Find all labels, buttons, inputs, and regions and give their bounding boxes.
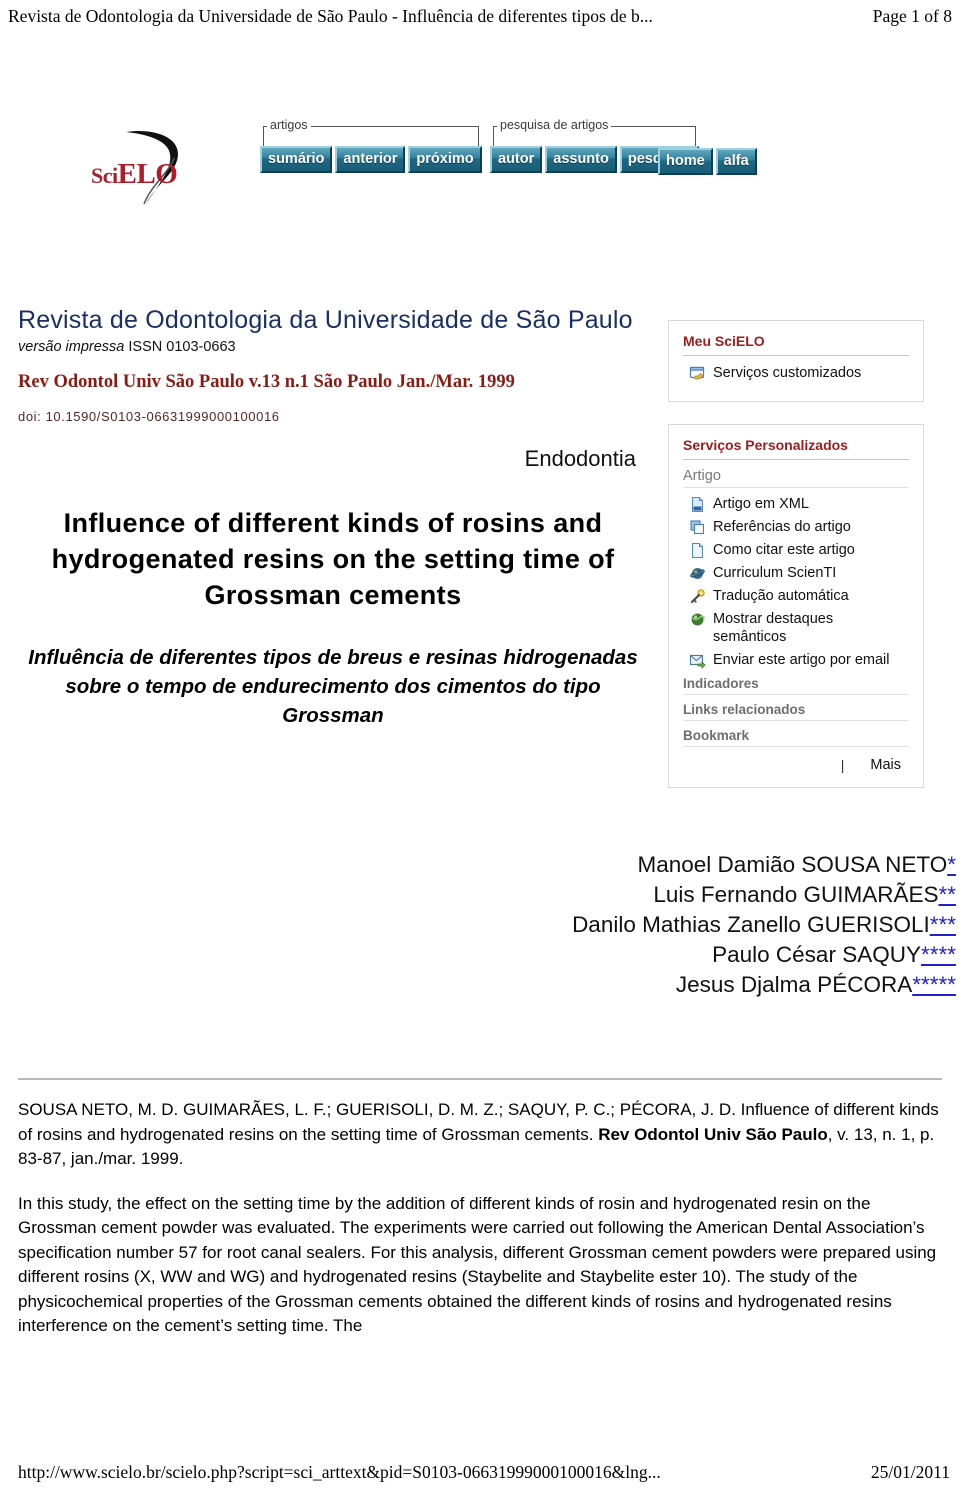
scielo-wordmark: SciELO [91,158,178,191]
citation-journal: Rev Odontol Univ São Paulo [598,1124,828,1144]
scielo-banner: SciELO artigos sumário anterior próximo … [90,118,770,210]
service-como-citar-este-artigo[interactable]: Como citar este artigo [689,541,909,559]
scielo-wordmark-elo: ELO [117,158,178,190]
article-doi: doi: 10.1590/S0103-06631999000100016 [18,409,280,424]
author-entry: Paulo César SAQUY**** [18,940,956,970]
service-label: Serviços customizados [713,365,862,381]
service-traducao-automatica[interactable]: Tradução automática [689,587,909,605]
author-footnote-marker[interactable]: *** [930,912,956,937]
bookmark-more-link[interactable]: Mais [870,757,901,773]
content-separator [18,1078,942,1080]
panel-title-meu-scielo: Meu SciELO [683,333,909,356]
print-header: Revista de Odontologia da Universidade d… [8,6,952,27]
author-name: Danilo Mathias Zanello GUERISOLI [572,912,930,937]
author-entry: Manoel Damião SOUSA NETO* [18,850,956,880]
service-label: Referências do artigo [713,519,851,535]
service-label: Artigo em XML [713,496,809,512]
service-label: Curriculum ScienTI [713,565,837,581]
sidebar-section-indicadores[interactable]: Indicadores [683,676,909,695]
author-name: Manoel Damião SOUSA NETO [637,852,948,877]
nav-button-alfa[interactable]: alfa [715,148,757,175]
service-referencias-do-artigo[interactable]: Referências do artigo [689,518,909,536]
xml-document-icon [689,496,706,513]
journal-issn-prefix: versão impressa [18,339,125,355]
service-label: Tradução automática [713,588,849,604]
journal-issue-line: Rev Odontol Univ São Paulo v.13 n.1 São … [18,372,515,392]
nav-buttons-artigos: sumário anterior próximo [260,146,482,173]
service-curriculum-scienti[interactable]: Curriculum ScienTI [689,564,909,582]
author-footnote-marker[interactable]: ***** [912,972,956,997]
panel-title-personalizados: Serviços Personalizados [683,437,909,460]
nav-button-sumario[interactable]: sumário [260,146,333,173]
service-artigo-em-xml[interactable]: Artigo em XML [689,495,909,513]
key-icon [689,588,706,605]
nav-bracket-label: pesquisa de artigos [497,118,612,132]
nav-group-artigos: artigos sumário anterior próximo [260,118,482,173]
article-section-label: Endodontia [524,446,636,471]
customize-window-icon [689,365,706,382]
journal-title: Revista de Odontologia da Universidade d… [18,306,633,334]
author-list: Manoel Damião SOUSA NETO* Luis Fernando … [18,850,960,1000]
nav-button-assunto[interactable]: assunto [545,146,617,173]
citation-paragraph: SOUSA NETO, M. D. GUIMARÃES, L. F.; GUER… [18,1098,946,1172]
service-label: Enviar este artigo por email [713,652,890,668]
service-enviar-este-artigo-por-email[interactable]: Enviar este artigo por email [689,651,909,669]
service-mostrar-destaques-semanticos[interactable]: Mostrar destaques semânticos [689,610,909,646]
print-header-page: Page 1 of 8 [872,6,952,26]
nav-group-home: home alfa [658,148,757,175]
bookmark-divider-glyph: | [840,757,845,773]
footer-url: http://www.scielo.br/scielo.php?script=s… [18,1462,661,1482]
article-title: Influence of different kinds of rosins a… [51,508,615,610]
author-name: Luis Fernando GUIMARÃES [653,882,939,907]
article-main-column: Revista de Odontologia da Universidade d… [18,305,648,730]
author-footnote-marker[interactable]: * [947,852,956,877]
journal-issn-value: ISSN 0103-0663 [128,339,236,355]
nav-buttons-home: home alfa [658,148,757,175]
panel-meu-scielo: Meu SciELO Serviços customizados [668,320,924,402]
abstract-block: SOUSA NETO, M. D. GUIMARÃES, L. F.; GUER… [18,1098,946,1339]
green-globe-icon [689,611,706,628]
footer-date: 25/01/2011 [870,1462,950,1482]
nav-bracket-label: artigos [267,118,311,132]
article-subtitle: Influência de diferentes tipos de breus … [28,646,638,727]
copy-pages-icon [689,519,706,536]
mail-forward-icon [689,652,706,669]
scielo-wordmark-sci: Sci [91,163,118,188]
author-footnote-marker[interactable]: **** [921,942,956,967]
bookmark-more-row: | Mais [683,757,909,773]
service-label: Mostrar destaques semânticos [713,611,834,645]
page-icon [689,542,706,559]
author-entry: Luis Fernando GUIMARÃES** [18,880,956,910]
service-label: Como citar este artigo [713,542,855,558]
service-servicos-customizados[interactable]: Serviços customizados [689,364,909,382]
nav-bracket-pesquisa: pesquisa de artigos [490,118,699,146]
nav-button-proximo[interactable]: próximo [408,146,482,173]
sidebar-section-links-relacionados[interactable]: Links relacionados [683,702,909,721]
page-root: Revista de Odontologia da Universidade d… [0,0,960,1502]
print-footer: http://www.scielo.br/scielo.php?script=s… [18,1462,950,1483]
author-name: Paulo César SAQUY [712,942,921,967]
scielo-logo[interactable]: SciELO [90,126,198,206]
sidebar-group-artigo: Artigo [683,468,909,488]
print-header-title: Revista de Odontologia da Universidade d… [8,6,653,26]
author-name: Jesus Djalma PÉCORA [675,972,913,997]
journal-issn: versão impressa ISSN 0103-0663 [18,339,648,355]
nav-button-home[interactable]: home [658,148,713,175]
globe-icon [689,565,706,582]
author-footnote-marker[interactable]: ** [938,882,956,907]
nav-bracket-artigos: artigos [260,118,482,146]
services-sidebar: Meu SciELO Serviços customizados Serviço… [668,320,924,788]
author-entry: Jesus Djalma PÉCORA***** [18,970,956,1000]
sidebar-section-bookmark[interactable]: Bookmark [683,728,909,747]
nav-button-autor[interactable]: autor [490,146,543,173]
panel-servicos-personalizados: Serviços Personalizados Artigo Artigo em… [668,424,924,788]
abstract-body: In this study, the effect on the setting… [18,1193,937,1336]
author-entry: Danilo Mathias Zanello GUERISOLI*** [18,910,956,940]
nav-button-anterior[interactable]: anterior [335,146,406,173]
